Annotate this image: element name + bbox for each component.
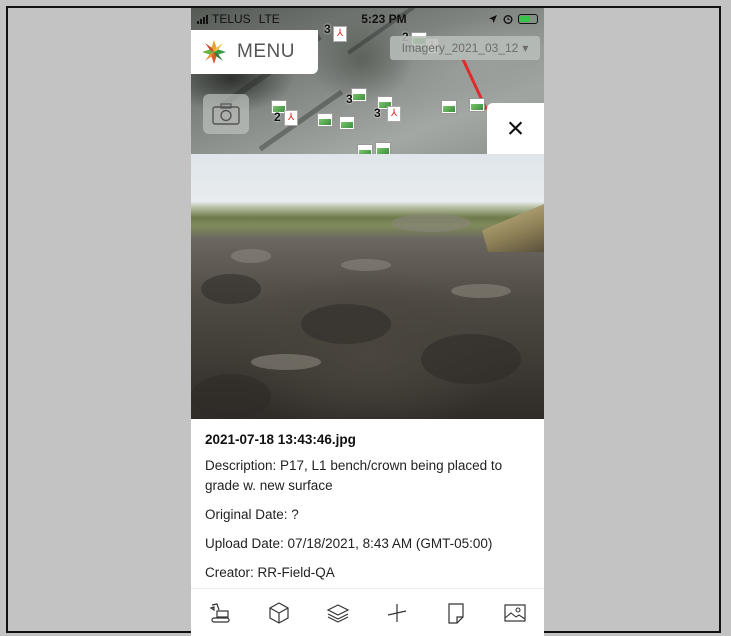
toolbar-measure-button[interactable] [380, 596, 414, 630]
map-view[interactable]: 3 ⅄ 2 ⅄ 3 3 ⅄ 2 ⅄ TELUS LTE 5:23 PM [191, 8, 544, 154]
app-logo-icon [202, 40, 226, 64]
photo-texture [251, 354, 321, 370]
photo-filename: 2021-07-18 13:43:46.jpg [205, 432, 356, 447]
photo-texture [421, 334, 521, 384]
toolbar-layers-button[interactable] [321, 596, 355, 630]
status-left: TELUS LTE [197, 12, 280, 26]
photo-creator: Creator: RR-Field-QA [205, 565, 335, 580]
layers-icon [326, 604, 350, 623]
imagery-selector-label: Imagery_2021_03_12 [401, 41, 519, 55]
measure-icon [387, 604, 407, 622]
photo-texture [231, 249, 271, 263]
phone-screen: 3 ⅄ 2 ⅄ 3 3 ⅄ 2 ⅄ TELUS LTE 5:23 PM [191, 8, 544, 636]
note-icon [448, 603, 464, 624]
toolbar-excavator-button[interactable] [203, 596, 237, 630]
image-marker-icon[interactable] [339, 116, 355, 130]
image-marker-icon[interactable] [469, 98, 485, 112]
status-right [488, 14, 538, 24]
close-icon: × [506, 111, 525, 145]
location-icon [488, 15, 497, 23]
network-label: LTE [258, 12, 280, 26]
bottom-toolbar [191, 588, 544, 636]
toolbar-3d-button[interactable] [262, 596, 296, 630]
marker-count: 3 [346, 92, 353, 106]
chevron-down-icon: ▾ [522, 41, 529, 55]
photo-texture [191, 374, 271, 419]
marker-count: 3 [374, 106, 381, 120]
menu-button[interactable]: MENU [191, 30, 318, 74]
image-marker-icon[interactable] [357, 144, 373, 154]
imagery-selector[interactable]: Imagery_2021_03_12 ▾ [390, 36, 540, 60]
status-bar: TELUS LTE 5:23 PM [191, 8, 544, 30]
toolbar-image-button[interactable] [498, 596, 532, 630]
carrier-label: TELUS [212, 12, 251, 26]
bulldozer-blade [482, 204, 544, 252]
site-photo [191, 154, 544, 419]
photo-info-panel: 2021-07-18 13:43:46.jpg Description: P17… [191, 419, 544, 583]
image-marker-icon[interactable] [351, 88, 367, 102]
photo-texture [201, 274, 261, 304]
image-marker-icon[interactable] [317, 113, 333, 127]
close-button[interactable]: × [487, 103, 544, 154]
toolbar-note-button[interactable] [439, 596, 473, 630]
signal-icon [197, 14, 208, 24]
photo-texture [301, 304, 391, 344]
cube-icon [269, 602, 289, 624]
excavator-icon [210, 603, 231, 623]
image-marker-icon[interactable] [375, 142, 391, 154]
photo-description: Description: P17, L1 bench/crown being p… [205, 458, 503, 493]
camera-icon [212, 103, 240, 125]
camera-button[interactable] [203, 94, 249, 134]
status-time: 5:23 PM [361, 12, 407, 26]
marker-count: 2 [274, 110, 281, 124]
battery-icon [517, 14, 538, 24]
pdf-marker-icon[interactable]: ⅄ [284, 110, 298, 126]
image-marker-icon[interactable] [441, 100, 457, 114]
photo-texture [341, 259, 391, 271]
photo-texture [391, 214, 471, 232]
image-icon [503, 604, 526, 622]
photo-upload-date: Upload Date: 07/18/2021, 8:43 AM (GMT-05… [205, 536, 493, 551]
alarm-icon [503, 15, 513, 24]
photo-original-date: Original Date: ? [205, 507, 299, 522]
menu-label: MENU [237, 41, 295, 62]
photo-texture [451, 284, 511, 298]
pdf-marker-icon[interactable]: ⅄ [387, 106, 401, 122]
